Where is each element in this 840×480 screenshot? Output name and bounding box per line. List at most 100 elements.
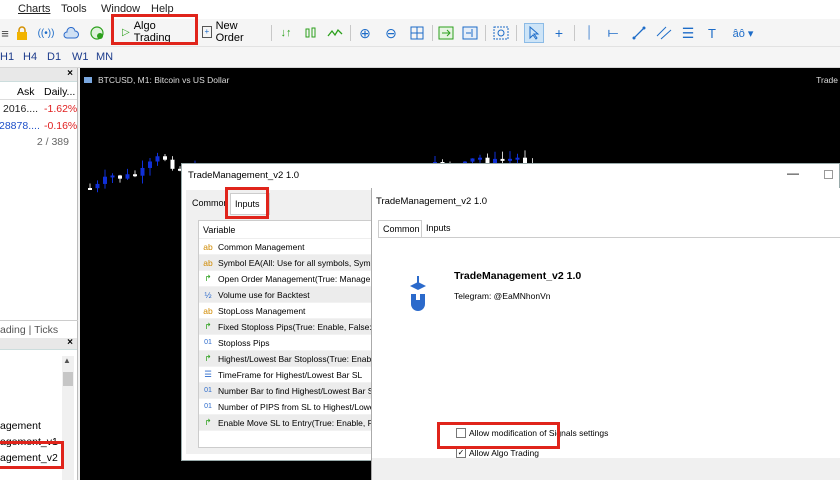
horizontal-line-icon[interactable]: ⟝ (604, 23, 622, 43)
expert-advisor-icon (410, 276, 426, 311)
candle (478, 154, 482, 163)
scroll-up-icon[interactable]: ▲ (63, 356, 71, 365)
inputs-table: Variable ab Common Management ab Symbol EA(… (198, 220, 373, 448)
signal-icon[interactable]: ((•)) (38, 23, 55, 43)
timeframe-mn[interactable]: MN (96, 51, 113, 63)
menu-help[interactable]: Help (151, 0, 174, 19)
string-icon: ab (203, 241, 213, 252)
timeframe-w1[interactable]: W1 (72, 51, 89, 63)
dialog-title: TradeManagement_v2 1.0 (376, 196, 488, 207)
minimize-icon[interactable]: — (787, 166, 799, 180)
maximize-icon[interactable] (824, 170, 833, 179)
timeframe-h4[interactable]: H4 (23, 51, 37, 63)
bool-icon: ↱ (204, 353, 212, 363)
new-order-icon: + (202, 26, 212, 38)
navigator-scrollbar[interactable]: ▲ (62, 356, 74, 480)
grid-icon[interactable] (408, 23, 426, 43)
algo-trading-button[interactable]: ▷ Algo Trading (118, 20, 192, 44)
candle (148, 157, 152, 176)
symbol-count: 2 / 389 (36, 136, 69, 148)
menu-window[interactable]: Window (101, 0, 140, 19)
zoom-out-icon[interactable]: ⊖ (382, 23, 400, 43)
fibonacci-icon[interactable]: ☰ (679, 23, 697, 43)
bool-icon: ↱ (204, 417, 212, 427)
input-row[interactable]: ½ Volume use for Backtest (199, 287, 372, 303)
daily-change: -1.62% (44, 103, 78, 115)
allow-signals-row[interactable]: Allow modification of Signals settings (456, 428, 608, 438)
allow-algo-checkbox[interactable]: ✓ (456, 448, 466, 458)
allow-signals-label: Allow modification of Signals settings (469, 428, 609, 438)
menu-icon[interactable]: ≡ (0, 23, 10, 43)
input-label: Volume use for Backtest (218, 289, 310, 300)
allow-signals-checkbox[interactable] (456, 428, 466, 438)
input-row[interactable]: ↱ Enable Move SL to Entry(True: Enable, F… (199, 415, 372, 431)
tab-trading-ticks[interactable]: ading | Ticks (0, 324, 58, 336)
navigator-item-selected[interactable]: agement_v2 (0, 452, 58, 464)
bar-chart-icon[interactable]: ↓↑ (278, 23, 294, 43)
input-row[interactable]: ab StopLoss Management (199, 303, 372, 319)
close-icon[interactable]: × (67, 68, 73, 79)
bool-icon: ↱ (204, 273, 212, 283)
input-row[interactable]: ab Common Management (199, 239, 372, 255)
input-label: TimeFrame for Highest/Lowest Bar SL (218, 369, 363, 380)
shapes-icon[interactable]: âô ▾ (728, 23, 758, 43)
dialog-body: Common Inputs TradeManagement_v2 1.0 Tel… (376, 218, 840, 480)
input-row[interactable]: ↱ Open Order Management(True: Manage C (199, 271, 372, 287)
market-watch-row[interactable]: 28878.... -0.16% (0, 117, 77, 134)
cursor-icon[interactable] (524, 23, 544, 43)
allow-algo-row[interactable]: ✓ Allow Algo Trading (456, 448, 539, 458)
timeframe-d1[interactable]: D1 (47, 51, 61, 63)
column-ask[interactable]: Ask (17, 86, 35, 98)
input-row[interactable]: ☰ TimeFrame for Highest/Lowest Bar SL (199, 367, 372, 383)
input-row[interactable]: ↱ Highest/Lowest Bar Stoploss(True: Enabl… (199, 351, 372, 367)
candle (103, 169, 107, 189)
column-variable[interactable]: Variable (199, 221, 372, 239)
input-row[interactable]: 01 Stoploss Pips (199, 335, 372, 351)
input-label: Number of PIPS from SL to Highest/Lowes (218, 401, 372, 412)
input-label: StopLoss Management (218, 305, 306, 316)
navigator-item[interactable]: agement_v1 (0, 436, 58, 448)
globe-icon[interactable] (88, 23, 106, 43)
timeframe-h1[interactable]: H1 (0, 51, 14, 63)
candle (118, 174, 122, 183)
screenshot-icon[interactable] (492, 23, 510, 43)
column-daily[interactable]: Daily... (44, 86, 75, 98)
new-order-button[interactable]: + New Order (202, 20, 266, 44)
cloud-icon[interactable] (62, 23, 80, 43)
dialog-title: TradeManagement_v2 1.0 (188, 170, 300, 181)
autoscroll-icon[interactable] (437, 23, 455, 43)
input-row[interactable]: ↱ Fixed Stoploss Pips(True: Enable, False… (199, 319, 372, 335)
input-row[interactable]: ab Symbol EA(All: Use for all symbols, Sy… (199, 255, 372, 271)
input-label: Stoploss Pips (218, 337, 270, 348)
input-row[interactable]: 01 Number Bar to find Highest/Lowest Bar … (199, 383, 372, 399)
tab-inputs-label: Inputs (235, 199, 260, 209)
candle (163, 154, 167, 162)
market-watch-tabs[interactable]: ading | Ticks (0, 320, 78, 338)
menu-charts[interactable]: Charts (18, 0, 50, 19)
trendline-icon[interactable] (630, 23, 648, 43)
tab-inputs[interactable]: Inputs (230, 193, 270, 215)
text-icon[interactable]: T (705, 23, 719, 43)
toolbar: ≡ ((•)) ▷ Algo Trading + New Order ↓↑ ⊕ … (0, 19, 840, 47)
chart-symbol-label: BTCUSD, M1: Bitcoin vs US Dollar (98, 75, 230, 85)
lock-icon[interactable] (14, 23, 30, 43)
menu-tools[interactable]: Tools (61, 0, 87, 19)
navigator-item[interactable]: agement (0, 420, 41, 432)
menu-bar: Charts Tools Window Help (0, 0, 840, 19)
tab-common[interactable]: Common (192, 198, 229, 208)
crosshair-icon[interactable]: + (551, 23, 567, 43)
chart-shift-icon[interactable] (461, 23, 479, 43)
vertical-line-icon[interactable]: ⏐ (582, 23, 596, 43)
zoom-in-icon[interactable]: ⊕ (356, 23, 374, 43)
chart-title: BTCUSD, M1: Bitcoin vs US Dollar (84, 75, 229, 85)
candlestick-icon[interactable] (302, 23, 320, 43)
channel-icon[interactable] (655, 23, 673, 43)
input-row[interactable]: 01 Number of PIPS from SL to Highest/Lowe… (199, 399, 372, 415)
line-chart-icon[interactable] (326, 23, 344, 43)
close-icon[interactable]: × (67, 337, 73, 348)
tab-inputs[interactable]: Inputs (426, 223, 451, 233)
market-watch-row[interactable]: 2016.... -1.62% (0, 100, 77, 117)
tab-common[interactable]: Common (378, 220, 422, 238)
int-icon: 01 (204, 387, 212, 394)
scroll-thumb[interactable] (63, 372, 73, 386)
